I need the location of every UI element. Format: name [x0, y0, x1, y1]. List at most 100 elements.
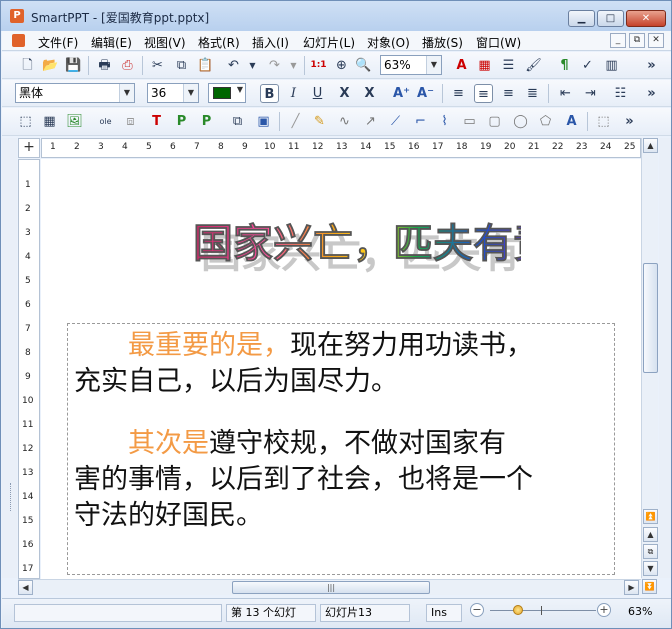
italic-button[interactable]: I [284, 84, 303, 103]
chart-frame-icon[interactable]: ▣ [254, 112, 273, 131]
zoom-select[interactable]: 63% ▼ [380, 55, 442, 75]
page-frame-icon[interactable]: P [197, 112, 216, 131]
panel-splitter[interactable] [10, 483, 14, 511]
doc-minimize-button[interactable]: _ [610, 33, 626, 48]
body-text-box[interactable]: 最重要的是，现在努力用功读书， 充实自己，以后为国尽力。 其次是遵守校规，不做对… [67, 323, 615, 575]
vertical-ruler[interactable]: 1 2 3 4 5 6 7 8 9 10 11 12 13 14 15 16 1… [18, 159, 40, 579]
chevron-down-icon[interactable]: ▼ [183, 84, 198, 102]
copy-icon[interactable]: ⧉ [172, 56, 191, 75]
zoom-slider-track[interactable] [490, 610, 596, 611]
menu-format[interactable]: 格式(R) [198, 34, 240, 51]
vertical-scrollbar[interactable]: ▲ ⏫ ▲ ⧉ ▼ [641, 138, 658, 578]
paste-icon[interactable]: 📋 [196, 56, 215, 75]
increase-indent-icon[interactable]: ⇥ [581, 84, 600, 103]
horizontal-ruler[interactable]: 1 2 3 4 5 6 7 8 9 10 11 12 13 14 15 16 1… [41, 138, 641, 158]
chevron-down-icon[interactable]: ▼ [119, 84, 134, 102]
bold-button[interactable]: B [260, 84, 279, 103]
insert-picture-icon[interactable]: 🖼 [65, 112, 84, 131]
menu-window[interactable]: 窗口(W) [476, 34, 521, 51]
slide-canvas[interactable]: 国家兴亡，匹夫有责 国家兴亡，匹夫有责 最重要的是，现在努力用功读书， 充实自己… [41, 159, 641, 579]
table-grid-icon[interactable]: ▦ [40, 112, 59, 131]
text-box-icon[interactable]: A [452, 56, 471, 75]
chevron-down-icon[interactable]: ▼ [426, 56, 441, 74]
group-frame-icon[interactable]: ⧉ [228, 112, 247, 131]
redo-dropdown-icon[interactable]: ▼ [284, 56, 303, 75]
ole-object-icon[interactable]: ole [96, 112, 115, 131]
paragraph-mark-icon[interactable]: ¶ [555, 56, 574, 75]
last-slide-icon[interactable]: ⏬ [642, 579, 657, 594]
open-folder-icon[interactable]: 📂 [41, 56, 60, 75]
justify-icon[interactable]: ≣ [523, 84, 542, 103]
menu-file[interactable]: 文件(F) [38, 34, 78, 51]
close-button[interactable]: ✕ [626, 10, 666, 27]
scroll-right-icon[interactable]: ▶ [624, 580, 639, 595]
save-icon[interactable]: 💾 [64, 56, 83, 75]
align-left-icon[interactable]: ≡ [449, 84, 468, 103]
first-slide-icon[interactable]: ⏫ [643, 509, 658, 524]
wordart-title[interactable]: 国家兴亡，匹夫有责 国家兴亡，匹夫有责 [191, 199, 521, 279]
actual-size-icon[interactable]: 1:1 [309, 56, 328, 75]
shapes-tool-icon[interactable]: ⬠ [536, 112, 555, 131]
arrow-tool-icon[interactable]: ↗ [361, 112, 380, 131]
doc-close-button[interactable]: ✕ [648, 33, 664, 48]
placeholder-frame-icon[interactable]: P [172, 112, 191, 131]
menu-insert[interactable]: 插入(I) [252, 34, 289, 51]
zoom-fit-icon[interactable]: ⊕ [332, 56, 351, 75]
pdf-export-icon[interactable]: ⎙ [118, 56, 137, 75]
frame-icon[interactable]: ⧈ [121, 112, 140, 131]
next-slide-icon[interactable]: ▼ [643, 561, 658, 576]
ellipse-tool-icon[interactable]: ◯ [511, 112, 530, 131]
menu-edit[interactable]: 编辑(E) [91, 34, 132, 51]
underline-button[interactable]: U [308, 84, 327, 103]
vertical-scroll-thumb[interactable] [643, 263, 658, 373]
columns-icon[interactable]: ▥ [602, 56, 621, 75]
zoom-in-button[interactable]: + [597, 603, 611, 617]
connector-tool-icon[interactable]: ⟋ [386, 112, 405, 131]
cut-icon[interactable]: ✂ [148, 56, 167, 75]
horizontal-scroll-thumb[interactable]: ||| [232, 581, 430, 594]
horizontal-scrollbar[interactable]: ◀ ||| ▶ [18, 579, 641, 595]
notes-icon[interactable]: ☰ [499, 56, 518, 75]
zoom-slider-handle[interactable] [513, 605, 523, 615]
align-right-icon[interactable]: ≡ [499, 84, 518, 103]
strikethrough-button[interactable]: X [335, 84, 354, 103]
format-painter-icon[interactable]: 🖌 [524, 56, 543, 75]
minimize-button[interactable]: ▁ [568, 10, 595, 27]
print-icon[interactable]: 🖶 [95, 56, 114, 75]
rounded-rectangle-icon[interactable]: ▢ [485, 112, 504, 131]
shrink-font-icon[interactable]: A⁻ [416, 84, 435, 103]
insert-table-icon[interactable]: ▦ [475, 56, 494, 75]
slide-layout-icon[interactable]: ⧉ [643, 544, 658, 559]
bullet-list-icon[interactable]: ☷ [611, 84, 630, 103]
grow-font-icon[interactable]: A⁺ [392, 84, 411, 103]
more-tools-icon[interactable]: » [642, 56, 661, 75]
ruler-corner-button[interactable]: + [18, 138, 40, 158]
new-file-icon[interactable]: 🗋 [18, 56, 37, 75]
more-draw-icon[interactable]: » [620, 112, 639, 131]
document-icon[interactable] [12, 34, 25, 47]
text-frame-icon[interactable]: T [147, 112, 166, 131]
menu-play[interactable]: 播放(S) [422, 34, 463, 51]
previous-slide-icon[interactable]: ▲ [643, 527, 658, 542]
align-objects-icon[interactable]: ⬚ [594, 112, 613, 131]
font-color-picker[interactable]: ▼ [208, 83, 246, 103]
spell-check-icon[interactable]: ✓ [578, 56, 597, 75]
wordart-tool-icon[interactable]: A [562, 112, 581, 131]
scroll-up-icon[interactable]: ▲ [643, 138, 658, 153]
undo-dropdown-icon[interactable]: ▼ [243, 56, 262, 75]
clear-format-button[interactable]: X [360, 84, 379, 103]
more-format-icon[interactable]: » [642, 84, 661, 103]
menu-object[interactable]: 对象(O) [367, 34, 410, 51]
maximize-button[interactable]: □ [597, 10, 624, 27]
pencil-tool-icon[interactable]: ✎ [310, 112, 329, 131]
zoom-out-button[interactable]: − [470, 603, 484, 617]
font-name-select[interactable]: 黑体 ▼ [15, 83, 135, 103]
decrease-indent-icon[interactable]: ⇤ [556, 84, 575, 103]
scroll-left-icon[interactable]: ◀ [18, 580, 33, 595]
select-frame-icon[interactable]: ⬚ [16, 112, 35, 131]
line-tool-icon[interactable]: ╱ [286, 112, 305, 131]
doc-restore-button[interactable]: ⧉ [629, 33, 645, 48]
curved-connector-icon[interactable]: ⌇ [435, 112, 454, 131]
undo-icon[interactable]: ↶ [224, 56, 243, 75]
elbow-connector-icon[interactable]: ⌐ [411, 112, 430, 131]
